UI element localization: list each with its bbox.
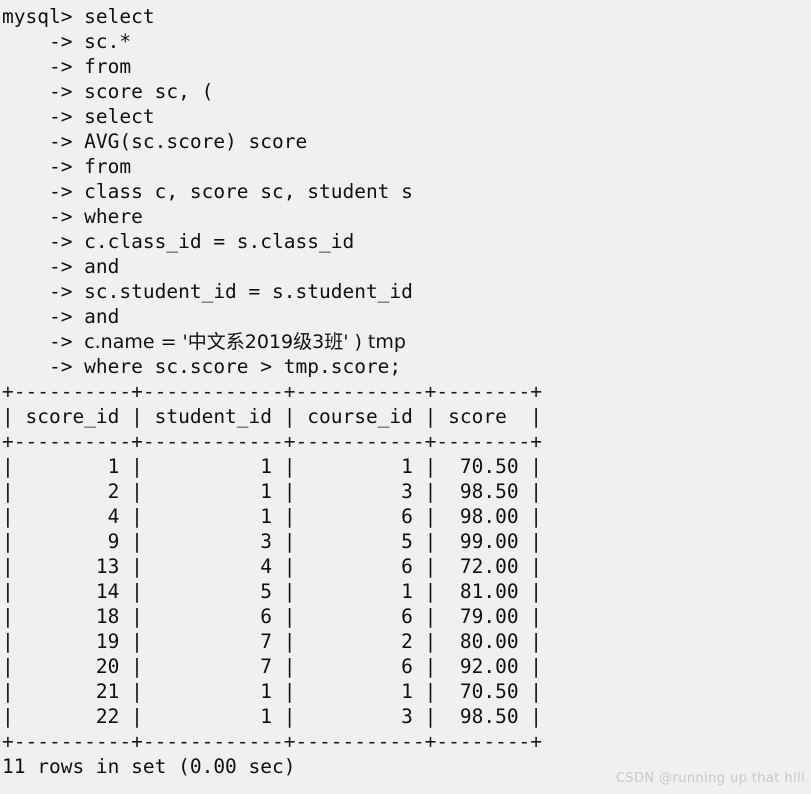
query-line: -> sc.student_id = s.student_id	[2, 280, 413, 303]
query-line: -> and	[2, 305, 120, 328]
terminal-window[interactable]: mysql> select -> sc.* -> from -> score s…	[0, 0, 811, 794]
query-line: mysql> select	[2, 5, 155, 28]
query-line: -> select	[2, 105, 155, 128]
query-line: -> sc.*	[2, 30, 132, 53]
query-line: -> from	[2, 155, 132, 178]
query-line: -> where sc.score > tmp.score;	[2, 355, 402, 378]
table-row: | 20 | 7 | 6 | 92.00 |	[2, 655, 543, 678]
sql-query-block: mysql> select -> sc.* -> from -> score s…	[2, 4, 811, 379]
table-border-top: +----------+------------+-----------+---…	[2, 380, 543, 403]
table-row: | 19 | 7 | 2 | 80.00 |	[2, 630, 543, 653]
table-row: | 2 | 1 | 3 | 98.50 |	[2, 480, 543, 503]
table-row: | 22 | 1 | 3 | 98.50 |	[2, 705, 543, 728]
query-line: -> where	[2, 205, 143, 228]
query-line: -> score sc, (	[2, 80, 214, 103]
query-line: -> c.name = '中文系2019级3班' ) tmp	[2, 330, 406, 353]
table-row: | 9 | 3 | 5 | 99.00 |	[2, 530, 543, 553]
table-row: | 4 | 1 | 6 | 98.00 |	[2, 505, 543, 528]
table-row: | 21 | 1 | 1 | 70.50 |	[2, 680, 543, 703]
table-border-header: +----------+------------+-----------+---…	[2, 430, 543, 453]
table-row: | 18 | 6 | 6 | 79.00 |	[2, 605, 543, 628]
table-row: | 14 | 5 | 1 | 81.00 |	[2, 580, 543, 603]
query-line: -> from	[2, 55, 132, 78]
query-line: -> AVG(sc.score) score	[2, 130, 308, 153]
watermark: CSDN @running up that hill	[615, 771, 805, 786]
table-border-bottom: +----------+------------+-----------+---…	[2, 730, 543, 753]
table-row: | 13 | 4 | 6 | 72.00 |	[2, 555, 543, 578]
result-table: +----------+------------+-----------+---…	[2, 379, 811, 754]
table-header-row: | score_id | student_id | course_id | sc…	[2, 405, 543, 428]
query-line: -> c.class_id = s.class_id	[2, 230, 355, 253]
query-line: -> and	[2, 255, 120, 278]
table-row: | 1 | 1 | 1 | 70.50 |	[2, 455, 543, 478]
query-line: -> class c, score sc, student s	[2, 180, 413, 203]
